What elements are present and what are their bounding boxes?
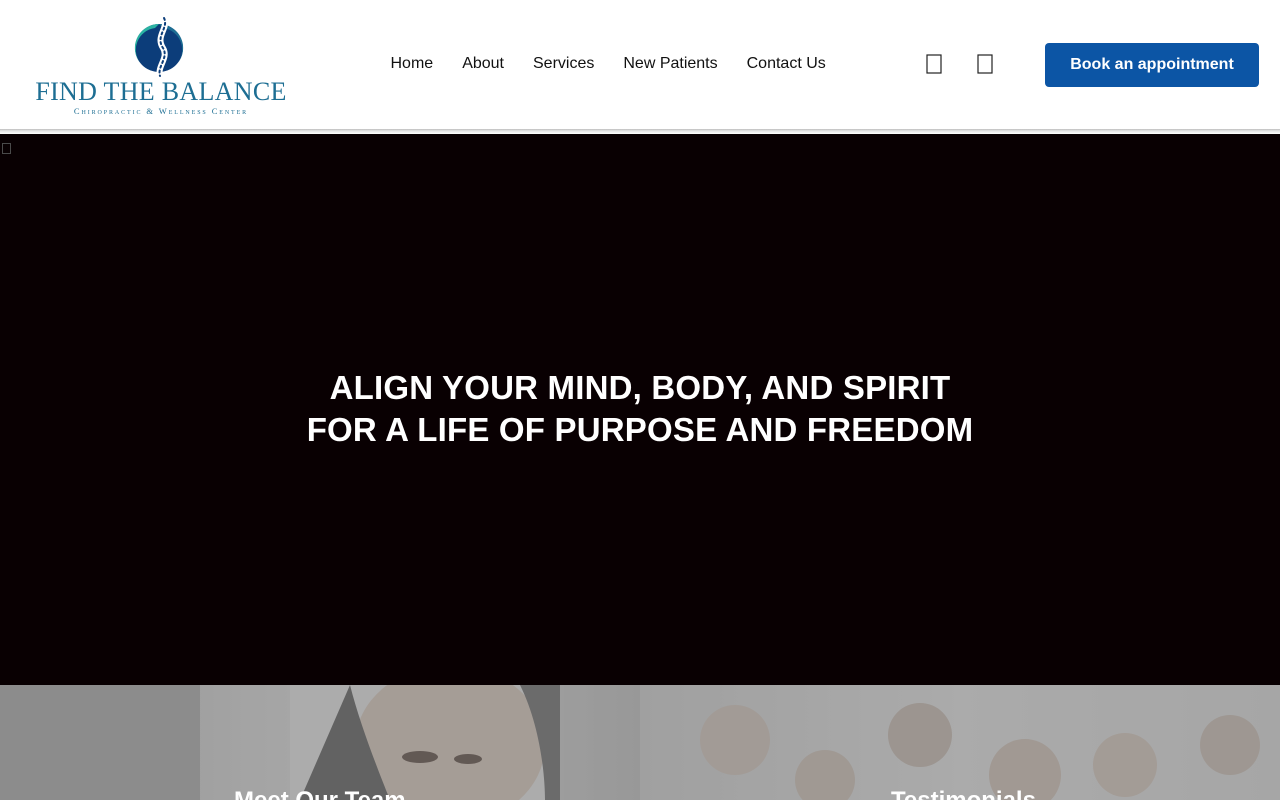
logo-title: FIND THE BALANCE xyxy=(35,77,287,106)
site-logo[interactable]: FIND THE BALANCE Chiropractic & Wellness… xyxy=(30,12,290,120)
nav-item-home[interactable]: Home xyxy=(376,52,448,76)
logo-subtitle: Chiropractic & Wellness Center xyxy=(73,106,249,116)
search-icon[interactable] xyxy=(926,54,944,76)
site-header: FIND THE BALANCE Chiropractic & Wellness… xyxy=(0,0,1280,130)
nav-item-services[interactable]: Services xyxy=(519,52,609,76)
photo-overlay xyxy=(0,685,1280,800)
nav-item-contact-us[interactable]: Contact Us xyxy=(732,52,840,76)
spine-logo-icon xyxy=(134,15,184,78)
hero-banner: ALIGN YOUR MIND, BODY, AND SPIRIT FOR A … xyxy=(0,134,1280,685)
meet-our-team-heading[interactable]: Meet Our Team xyxy=(234,787,406,800)
testimonials-heading[interactable]: Testimonials xyxy=(891,787,1036,800)
hero-heading: ALIGN YOUR MIND, BODY, AND SPIRIT FOR A … xyxy=(0,367,1280,451)
nav-item-new-patients[interactable]: New Patients xyxy=(609,52,732,76)
broken-image-icon xyxy=(2,143,11,154)
feature-panels: Meet Our Team Testimonials xyxy=(0,685,1280,800)
book-appointment-button[interactable]: Book an appointment xyxy=(1045,43,1259,87)
hero-heading-line-2: FOR A LIFE OF PURPOSE AND FREEDOM xyxy=(306,411,974,448)
user-icon[interactable] xyxy=(977,54,995,76)
hero-heading-line-1: ALIGN YOUR MIND, BODY, AND SPIRIT xyxy=(329,369,951,406)
nav-item-about[interactable]: About xyxy=(448,52,519,76)
main-nav: Home About Services New Patients Contact… xyxy=(376,52,840,76)
